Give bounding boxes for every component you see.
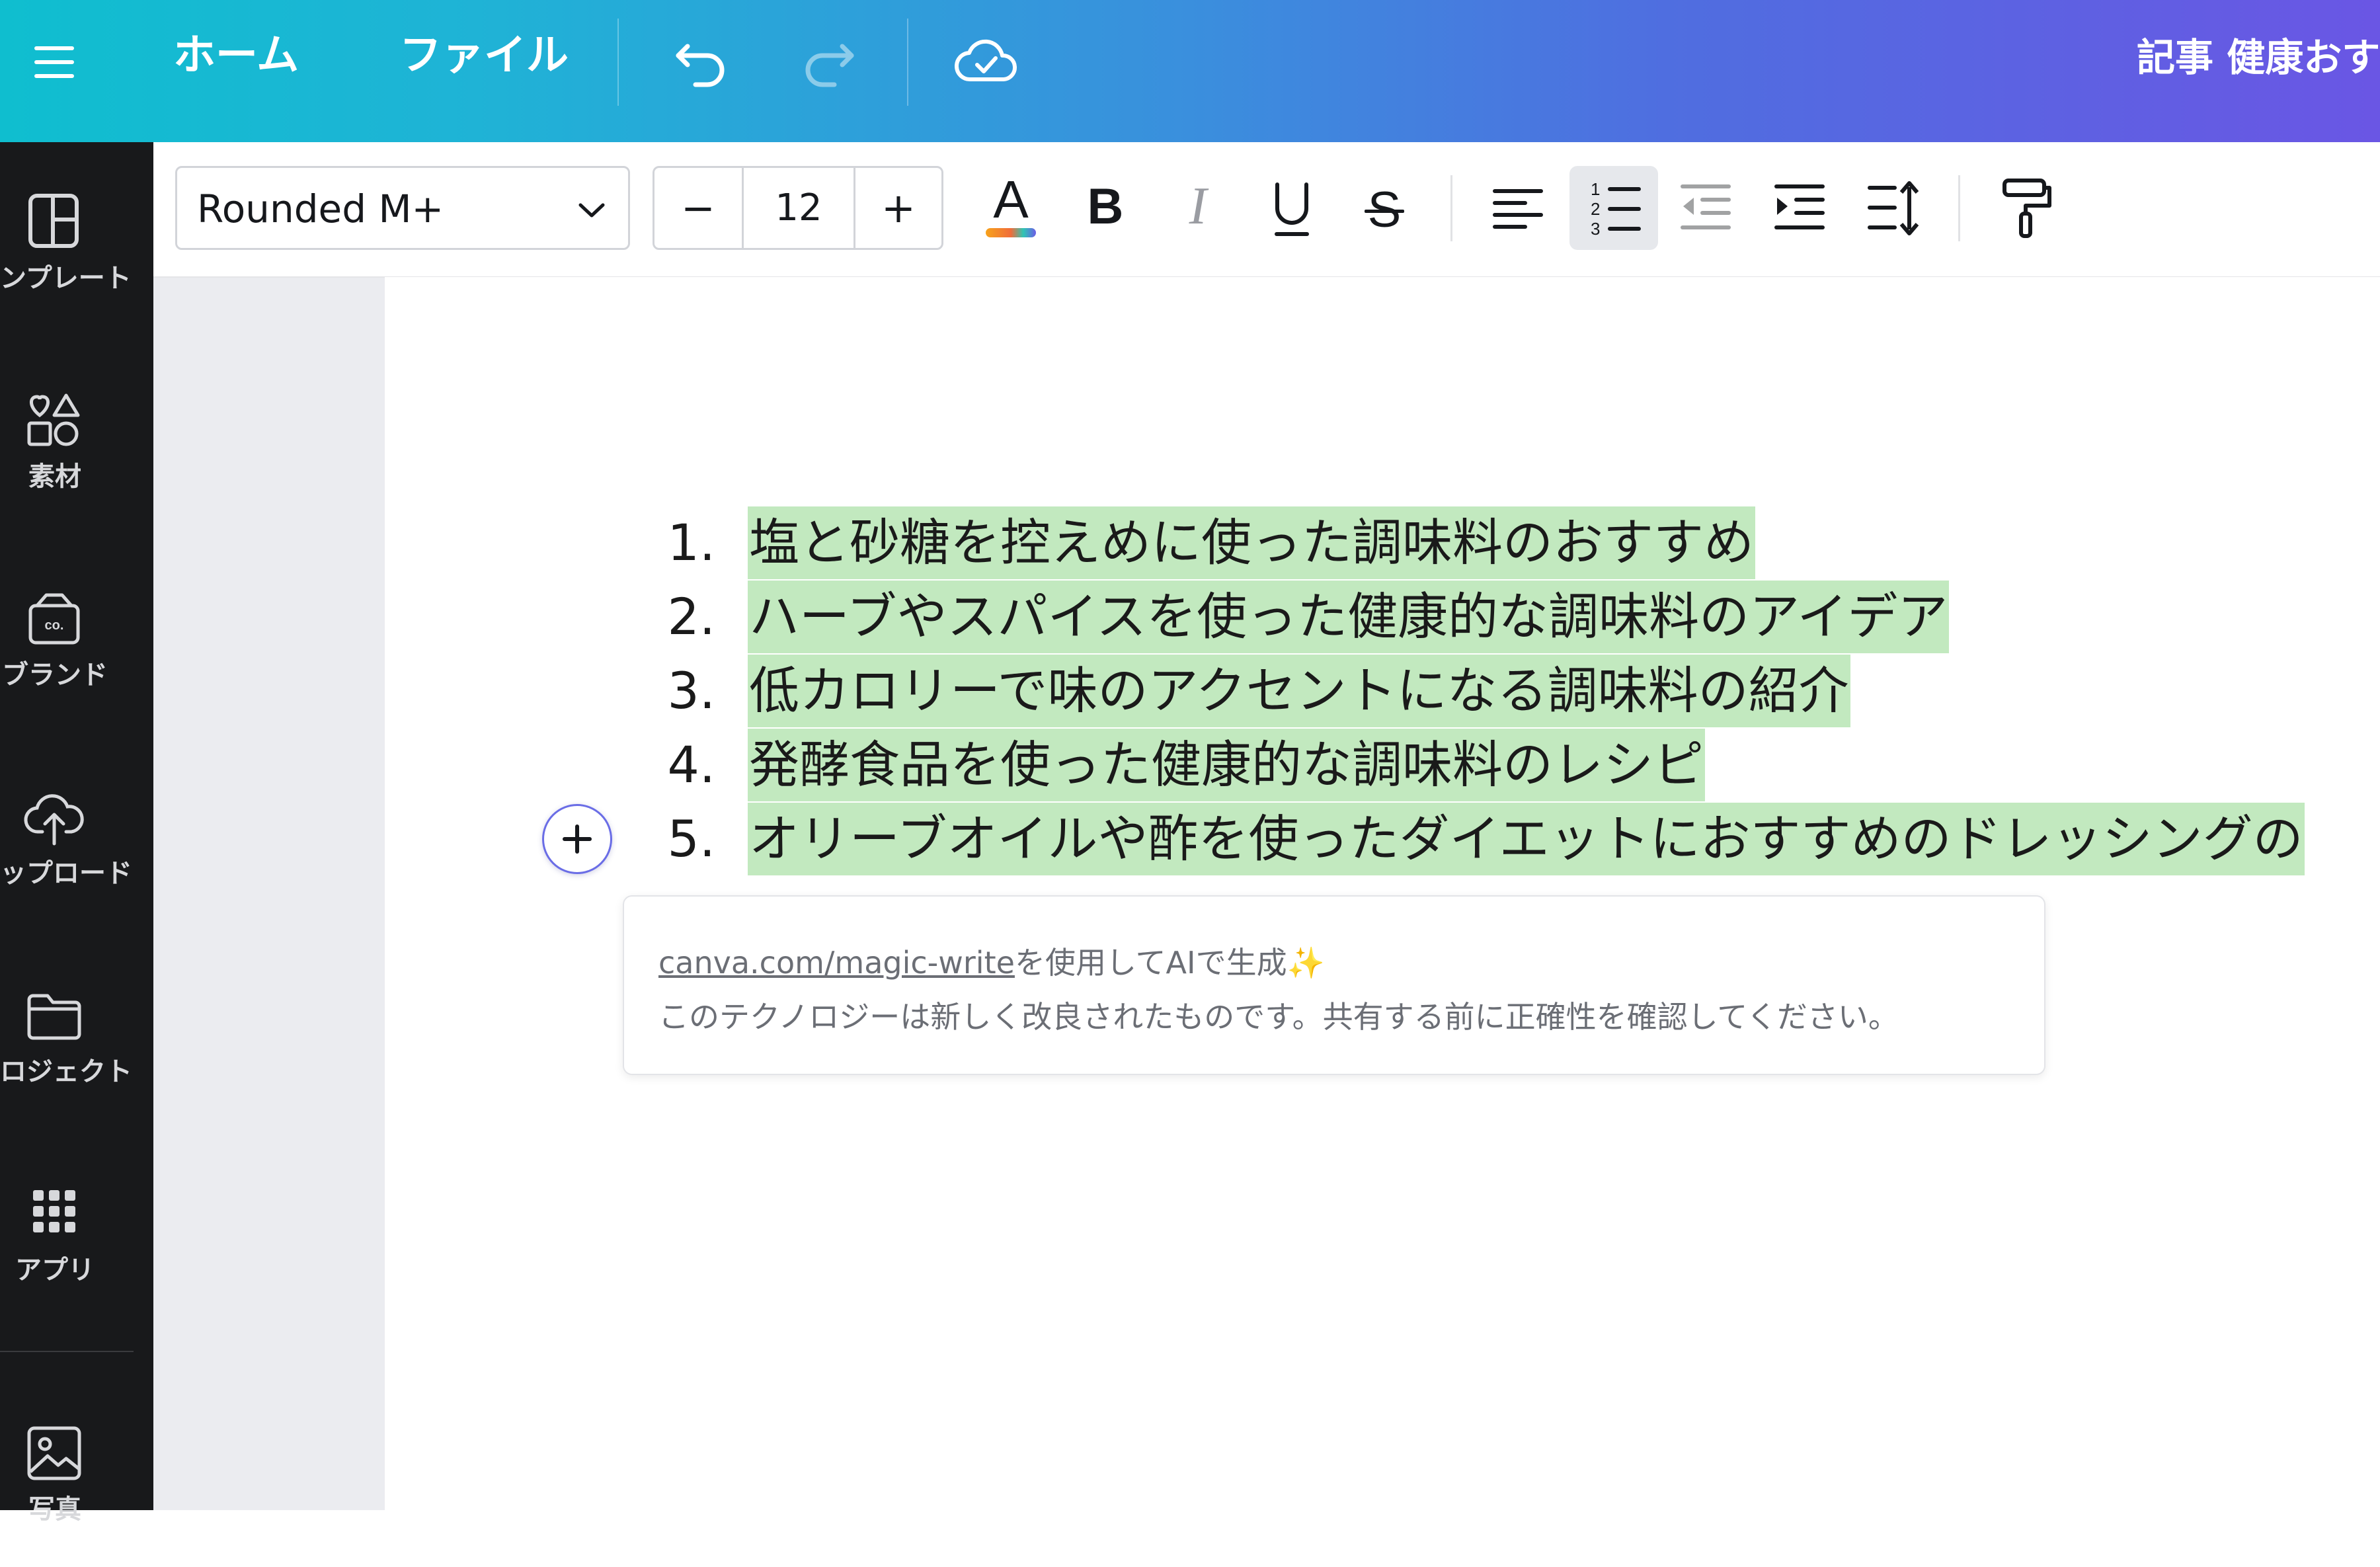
list-number: 4. bbox=[667, 735, 715, 794]
svg-text:1: 1 bbox=[1591, 179, 1600, 199]
list-item-text[interactable]: 発酵食品を使った健康的な調味料のレシピ bbox=[748, 729, 1705, 801]
svg-text:B: B bbox=[1088, 179, 1124, 235]
list-item-text[interactable]: オリーブオイルや酢を使ったダイエットにおすすめのドレッシングの bbox=[748, 803, 2305, 875]
sidebar-item-label: 写真 bbox=[28, 1494, 81, 1525]
list-number: 3. bbox=[667, 661, 715, 720]
apps-icon bbox=[22, 1182, 86, 1246]
underline-icon[interactable] bbox=[1259, 171, 1325, 246]
svg-text:I: I bbox=[1189, 179, 1209, 235]
bold-icon[interactable]: B bbox=[1072, 171, 1138, 246]
magic-write-disclaimer: このテクノロジーは新しく改良されたものです。共有する前に正確性を確認してください… bbox=[658, 999, 1899, 1035]
font-name: Rounded M+ bbox=[197, 186, 444, 231]
template-icon bbox=[22, 190, 86, 254]
sidebar-item-uploads[interactable]: ップロード bbox=[0, 785, 153, 931]
decrease-font-size-button[interactable]: − bbox=[654, 168, 742, 248]
strikethrough-icon[interactable]: S bbox=[1351, 171, 1417, 246]
sidebar-item-brand[interactable]: co. ブランド bbox=[0, 587, 153, 733]
font-size-stepper[interactable]: − 12 + bbox=[653, 166, 943, 250]
undo-icon[interactable] bbox=[668, 34, 734, 90]
italic-icon[interactable]: I bbox=[1165, 171, 1231, 246]
top-bar bbox=[0, 0, 2380, 142]
numbered-list-icon[interactable]: 123 bbox=[1577, 171, 1650, 246]
chevron-down-icon bbox=[575, 193, 608, 229]
line-spacing-icon[interactable] bbox=[1860, 171, 1926, 246]
sidebar-item-label: 素材 bbox=[28, 462, 81, 492]
increase-indent-icon[interactable] bbox=[1766, 171, 1833, 246]
increase-font-size-button[interactable]: + bbox=[855, 168, 941, 248]
sparkle-icon: ✨ bbox=[1287, 945, 1325, 981]
toolbar-divider bbox=[1450, 175, 1452, 241]
upload-icon bbox=[22, 785, 86, 849]
file-menu[interactable]: ファイル bbox=[399, 34, 569, 77]
sidebar-item-elements[interactable]: 素材 bbox=[0, 389, 153, 534]
magic-write-notice: canva.com/magic-writeを使用してAIで生成✨ このテクノロジ… bbox=[623, 895, 2045, 1075]
hamburger-menu-icon[interactable] bbox=[26, 34, 82, 90]
list-number: 5. bbox=[667, 809, 715, 868]
photo-icon bbox=[22, 1422, 86, 1485]
topbar-divider bbox=[617, 19, 619, 106]
sidebar-item-templates[interactable]: ンプレート bbox=[0, 190, 153, 336]
magic-write-credit: canva.com/magic-writeを使用してAIで生成✨ bbox=[658, 939, 1325, 983]
sidebar-divider bbox=[0, 1351, 134, 1352]
topbar-divider bbox=[907, 19, 908, 106]
cloud-saved-icon[interactable] bbox=[952, 33, 1021, 91]
list-number: 2. bbox=[667, 587, 715, 646]
format-painter-icon[interactable] bbox=[1994, 171, 2060, 246]
svg-text:2: 2 bbox=[1591, 199, 1600, 219]
decrease-indent-icon[interactable] bbox=[1673, 171, 1739, 246]
plus-icon bbox=[563, 824, 592, 854]
font-family-select[interactable]: Rounded M+ bbox=[175, 166, 630, 250]
redo-icon[interactable] bbox=[796, 34, 862, 90]
document-title[interactable]: 記事 健康おす bbox=[2137, 38, 2380, 77]
list-number: 1. bbox=[667, 513, 715, 572]
align-left-icon[interactable] bbox=[1485, 171, 1551, 246]
sidebar-item-apps[interactable]: アプリ bbox=[0, 1182, 153, 1328]
add-block-button[interactable] bbox=[542, 804, 612, 874]
elements-icon bbox=[22, 389, 86, 452]
document-page[interactable] bbox=[385, 277, 2380, 1510]
sidebar-item-photos[interactable]: 写真 bbox=[0, 1422, 153, 1567]
sidebar-item-label: ップロード bbox=[0, 858, 132, 889]
sidebar-item-label: ンプレート bbox=[0, 263, 132, 294]
sidebar-item-label: ロジェクト bbox=[0, 1057, 132, 1087]
sidebar-item-label: アプリ bbox=[15, 1255, 95, 1285]
list-item-text[interactable]: ハーブやスパイスを使った健康的な調味料のアイデア bbox=[748, 581, 1950, 653]
home-menu[interactable]: ホーム bbox=[173, 34, 299, 77]
sidebar-item-label: ブランド bbox=[2, 660, 108, 690]
svg-text:A: A bbox=[993, 174, 1029, 229]
text-color-icon[interactable]: A bbox=[974, 171, 1047, 246]
magic-write-link[interactable]: canva.com/magic-write bbox=[658, 945, 1015, 981]
toolbar-divider bbox=[1958, 175, 1960, 241]
font-size-input[interactable]: 12 bbox=[744, 168, 853, 248]
list-item-text[interactable]: 塩と砂糖を控えめに使った調味料のおすすめ bbox=[748, 506, 1755, 579]
svg-text:co.: co. bbox=[45, 618, 64, 633]
brand-icon: co. bbox=[22, 587, 86, 651]
svg-text:3: 3 bbox=[1591, 219, 1600, 239]
magic-write-credit-text: を使用してAIで生成 bbox=[1014, 945, 1287, 981]
list-item-text[interactable]: 低カロリーで味のアクセントになる調味料の紹介 bbox=[748, 655, 1850, 727]
folder-icon bbox=[22, 984, 86, 1047]
sidebar-item-projects[interactable]: ロジェクト bbox=[0, 984, 153, 1129]
